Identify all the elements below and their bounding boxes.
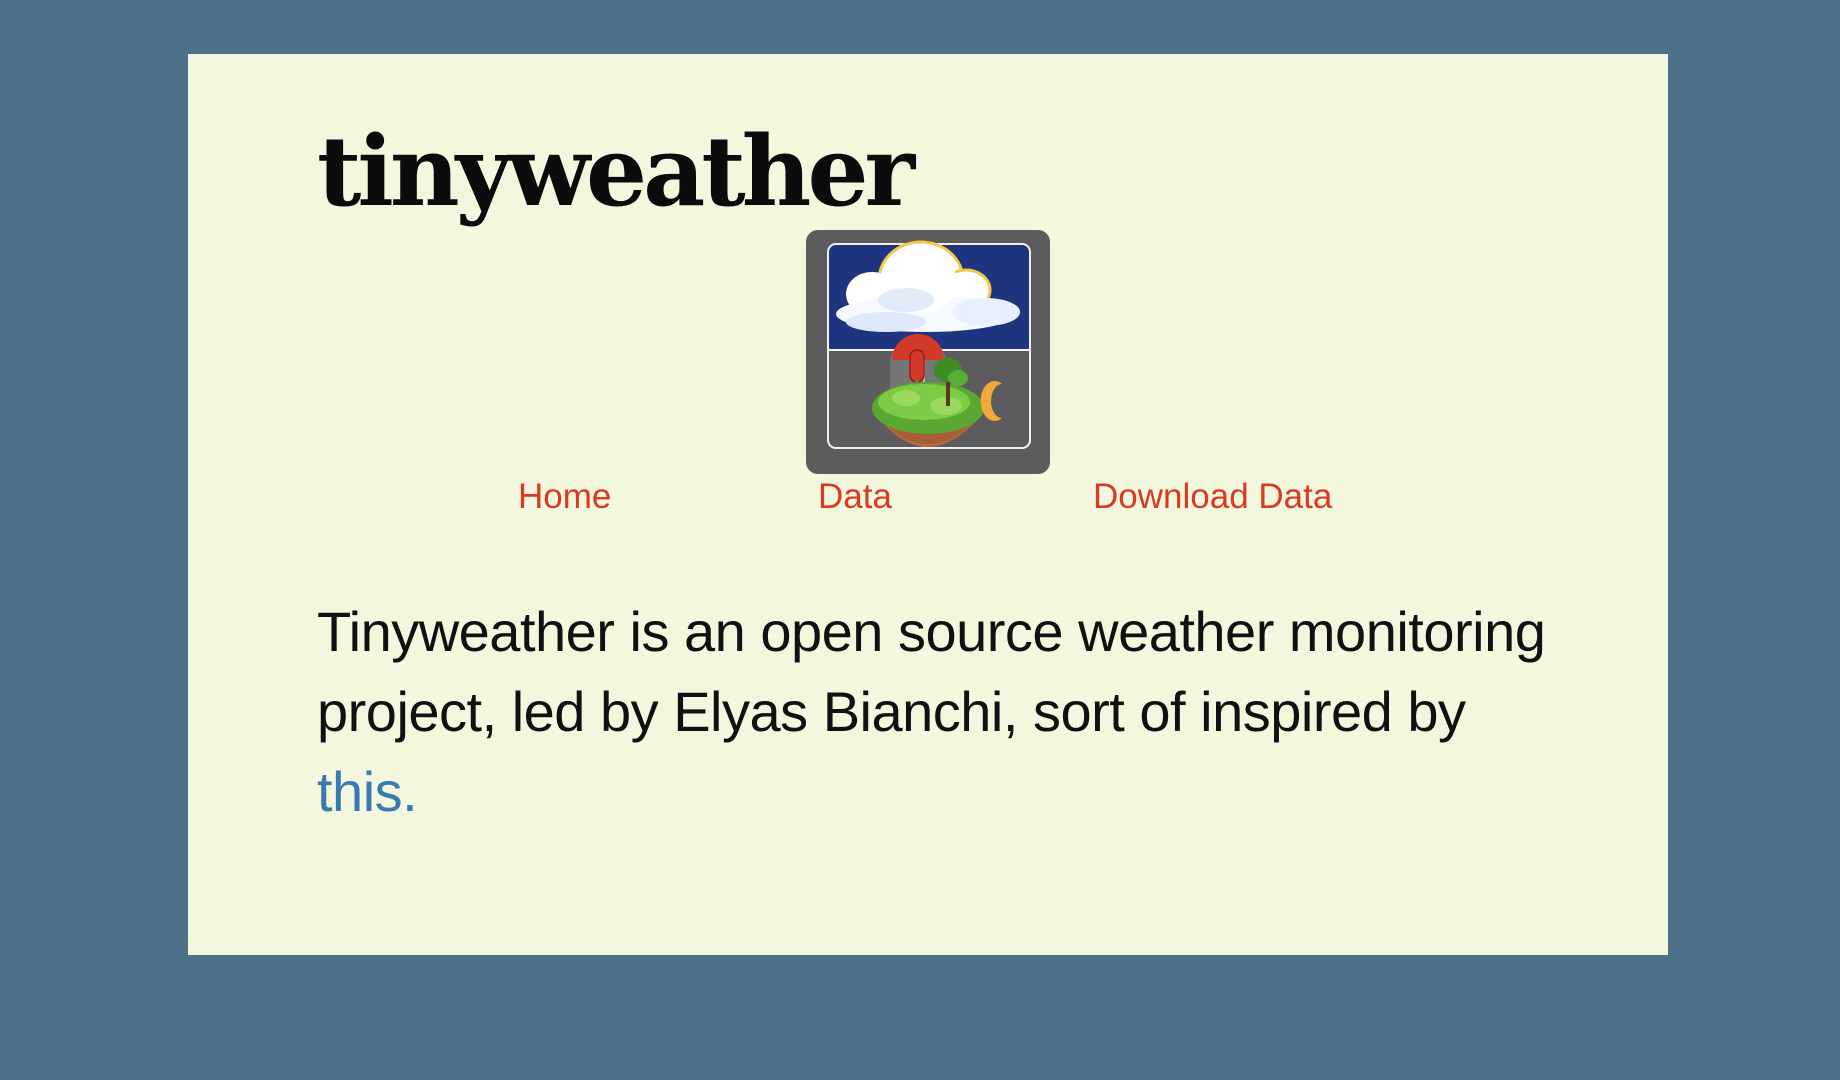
weather-station-island-icon <box>806 230 1050 474</box>
site-logo[interactable] <box>806 230 1050 474</box>
nav-link-home[interactable]: Home <box>518 479 611 514</box>
nav-link-download-data[interactable]: Download Data <box>1093 479 1332 514</box>
site-title: tinyweather <box>317 115 915 228</box>
intro-text: Tinyweather is an open source weather mo… <box>317 600 1546 743</box>
nav-link-data[interactable]: Data <box>818 479 892 514</box>
intro-paragraph: Tinyweather is an open source weather mo… <box>317 592 1577 832</box>
inspiration-link[interactable]: this. <box>317 760 418 823</box>
main-card: tinyweather Home Data Download Data Tiny… <box>188 54 1668 955</box>
